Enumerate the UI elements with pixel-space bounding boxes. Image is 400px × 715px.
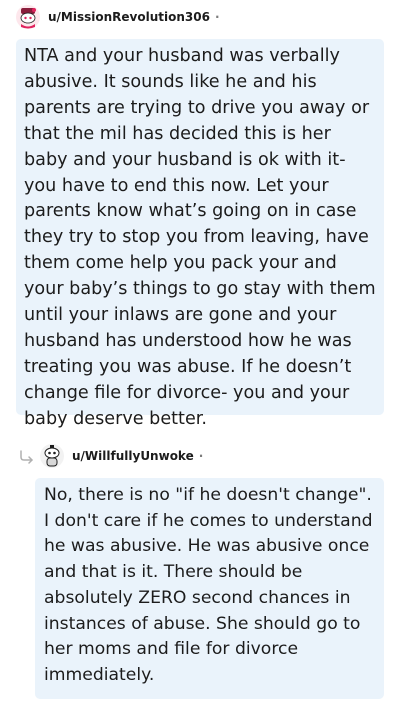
- reply-arrow-icon: [18, 447, 36, 465]
- comment-username[interactable]: u/MissionRevolution306: [48, 10, 210, 24]
- reply-header: u/WillfullyUnwoke ·: [18, 442, 203, 470]
- comment-header: u/MissionRevolution306 ·: [16, 5, 220, 29]
- meta-separator: ·: [214, 10, 220, 24]
- reply-text: No, there is no "if he doesn't change". …: [44, 485, 373, 685]
- comment-username[interactable]: u/WillfullyUnwoke: [72, 449, 194, 463]
- user-avatar-icon[interactable]: [40, 444, 64, 468]
- comment-body: NTA and your husband was verbally abusiv…: [16, 39, 384, 429]
- comment-text: NTA and your husband was verbally abusiv…: [24, 46, 376, 429]
- user-avatar-icon[interactable]: [16, 5, 40, 29]
- reply-body: No, there is no "if he doesn't change". …: [35, 478, 384, 699]
- meta-separator: ·: [198, 449, 204, 463]
